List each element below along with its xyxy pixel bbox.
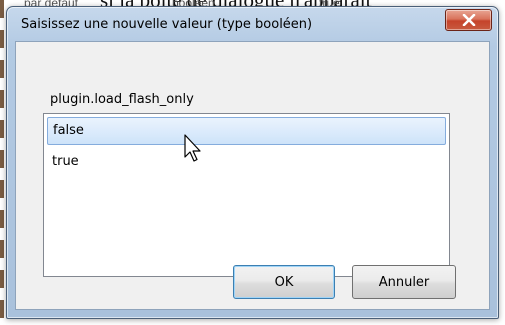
boolean-value-dialog: Saisissez une nouvelle valeur (type bool… — [6, 6, 499, 319]
close-icon — [462, 14, 475, 26]
preference-name-label: plugin.load_flash_only — [50, 92, 194, 107]
cancel-button-label: Annuler — [378, 274, 430, 290]
dialog-title: Saisissez une nouvelle valeur (type bool… — [21, 17, 313, 32]
close-button[interactable] — [445, 9, 492, 31]
dialog-content: plugin.load_flash_only false true OK Ann… — [15, 41, 490, 310]
option-true-label: true — [52, 154, 79, 169]
option-false[interactable]: false — [47, 117, 446, 145]
ok-button-label: OK — [274, 274, 294, 290]
dialog-titlebar[interactable]: Saisissez une nouvelle valeur (type bool… — [7, 7, 498, 41]
background-page-edge — [0, 0, 4, 325]
value-listbox[interactable]: false true — [43, 113, 450, 277]
option-true[interactable]: true — [47, 149, 446, 177]
ok-button[interactable]: OK — [233, 265, 335, 299]
option-false-label: false — [53, 123, 84, 138]
mouse-pointer-icon — [184, 134, 201, 162]
cancel-button[interactable]: Annuler — [352, 265, 456, 299]
